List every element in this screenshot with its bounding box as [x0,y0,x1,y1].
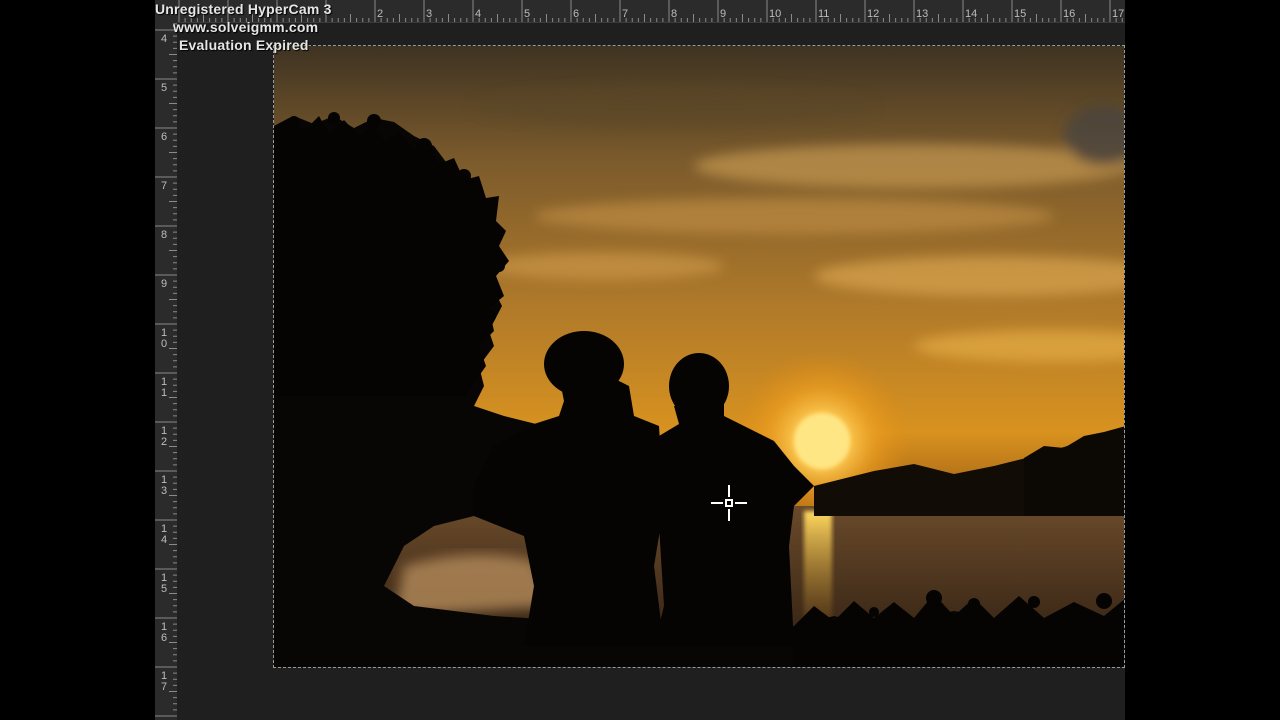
ruler-label: 15 [1014,8,1026,20]
ruler-label: 4 [161,33,167,45]
ruler-label: 7 [161,180,167,192]
vertical-ruler[interactable]: 4567891011121314151617 [155,22,178,720]
sunset-silhouette-painting [274,46,1124,667]
image-editor-window: 2 3 4 5 6 7 8 9 10 11 12 13 14 15 16 17 456789101112131… [155,0,1125,720]
ruler-label: 5 [161,82,167,94]
vertical-ruler-ticks: 4567891011121314151617 [155,23,177,717]
ruler-label: 7 [161,681,167,693]
ruler-label: 14 [965,8,977,20]
ruler-label: 6 [161,131,167,143]
watermark-status: Evaluation Expired [179,37,309,53]
ruler-label: 6 [573,8,579,20]
ruler-label: 12 [867,8,879,20]
ruler-label: 13 [916,8,928,20]
ruler-label: 4 [161,534,167,546]
ruler-label: 5 [161,583,167,595]
letterbox-right [1125,0,1280,720]
ruler-label: 5 [524,8,530,20]
ruler-label: 4 [475,8,481,20]
ruler-label: 7 [622,8,628,20]
canvas-workspace[interactable] [177,23,1125,720]
letterbox-left [0,0,155,720]
ruler-label: 0 [161,338,167,350]
ruler-label: 6 [161,632,167,644]
image-canvas[interactable] [273,45,1125,668]
ruler-label: 9 [720,8,726,20]
ruler-label: 2 [377,8,383,20]
ruler-label: 9 [161,278,167,290]
ruler-label: 1 [161,387,167,399]
crosshair-cursor-icon [711,485,747,521]
ruler-label: 17 [1112,8,1124,20]
ruler-label: 3 [161,485,167,497]
watermark-title: Unregistered HyperCam 3 [155,1,332,17]
ruler-label: 2 [161,436,167,448]
ruler-label: 3 [426,8,432,20]
ruler-label: 11 [818,8,829,20]
ruler-label: 16 [1063,8,1075,20]
ruler-label: 8 [671,8,677,20]
ruler-label: 10 [769,8,781,20]
watermark-url: www.solveigmm.com [173,19,319,35]
ruler-label: 8 [161,229,167,241]
